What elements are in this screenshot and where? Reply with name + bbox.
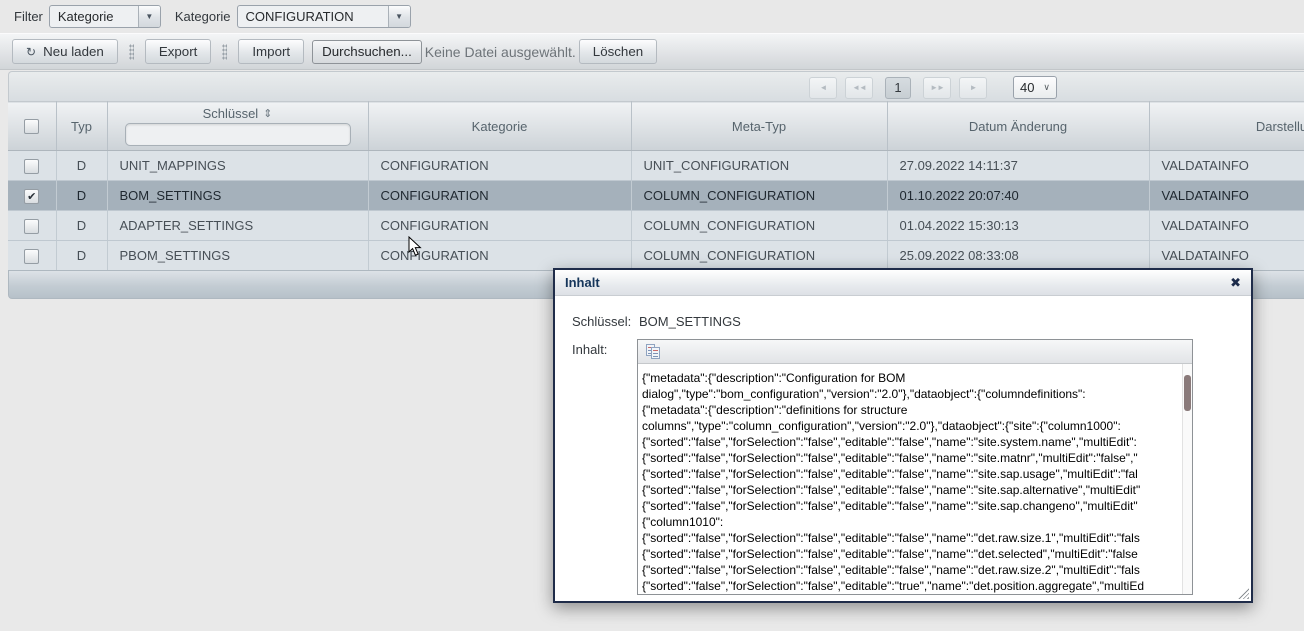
- chevron-down-icon: ∨: [1043, 82, 1050, 93]
- table-header-row: Typ Schlüssel ⇕ Kategorie Meta-Typ Datum…: [8, 102, 1304, 151]
- mouse-cursor-icon: [408, 236, 422, 257]
- toolbar-grip: [129, 44, 134, 60]
- cell-date-changed: 01.04.2022 15:30:13: [887, 211, 1149, 241]
- cell-key: BOM_SETTINGS: [107, 181, 368, 211]
- column-header-typ: Typ: [56, 102, 107, 151]
- column-header-date-changed: Datum Änderung: [887, 102, 1149, 151]
- export-button[interactable]: Export: [145, 39, 212, 64]
- key-sort-header[interactable]: Schlüssel ⇕: [203, 106, 273, 121]
- cell-display: VALDATAINFO: [1149, 151, 1304, 181]
- page-size-value: 40: [1020, 80, 1034, 95]
- column-header-key: Schlüssel ⇕: [107, 102, 368, 151]
- cell-key: PBOM_SETTINGS: [107, 241, 368, 271]
- dialog-key-value: BOM_SETTINGS: [639, 314, 741, 329]
- delete-button[interactable]: Löschen: [579, 39, 657, 64]
- filter-label: Filter: [14, 9, 43, 24]
- cell-category: CONFIGURATION: [368, 151, 631, 181]
- close-icon[interactable]: ✖: [1230, 275, 1241, 291]
- scrollbar-thumb[interactable]: [1184, 375, 1191, 411]
- cell-display: VALDATAINFO: [1149, 241, 1304, 271]
- reload-button[interactable]: ↻ Neu laden: [12, 39, 118, 64]
- row-checkbox[interactable]: [24, 219, 39, 234]
- current-page-button[interactable]: 1: [885, 77, 911, 99]
- cell-typ: D: [56, 211, 107, 241]
- row-checkbox-checked[interactable]: ✔: [24, 189, 39, 204]
- dialog-title: Inhalt: [565, 275, 600, 290]
- first-page-button[interactable]: ◄: [809, 77, 837, 99]
- category-combobox[interactable]: CONFIGURATION ▼: [237, 5, 411, 28]
- cell-date-changed: 27.09.2022 14:11:37: [887, 151, 1149, 181]
- resize-handle-icon[interactable]: [1238, 588, 1249, 599]
- cell-typ: D: [56, 151, 107, 181]
- cell-typ: D: [56, 181, 107, 211]
- editor-toolbar: [638, 340, 1192, 364]
- category-combobox-value[interactable]: CONFIGURATION: [238, 6, 388, 27]
- previous-page-button[interactable]: ◄◄: [845, 77, 873, 99]
- column-header-key-label: Schlüssel: [203, 106, 259, 121]
- chevron-down-icon[interactable]: ▼: [138, 6, 160, 27]
- column-header-display: Darstellung: [1149, 102, 1304, 151]
- last-page-button[interactable]: ►: [959, 77, 987, 99]
- copy-icon[interactable]: [646, 344, 662, 360]
- content-text-area[interactable]: {"metadata":{"description":"Configuratio…: [638, 364, 1182, 594]
- content-editor[interactable]: {"metadata":{"description":"Configuratio…: [637, 339, 1193, 595]
- pagination-strip: ◄ ◄◄ 1 ►► ► 40 ∨: [8, 71, 1304, 101]
- dialog-content-label: Inhalt:: [572, 342, 607, 357]
- filter-combobox-value[interactable]: Kategorie: [50, 6, 138, 27]
- cell-meta-type: COLUMN_CONFIGURATION: [631, 211, 887, 241]
- category-label: Kategorie: [175, 9, 231, 24]
- sort-icon[interactable]: ⇕: [263, 107, 272, 120]
- refresh-icon: ↻: [26, 45, 36, 59]
- content-dialog: Inhalt ✖ Schlüssel: BOM_SETTINGS Inhalt:…: [553, 268, 1253, 603]
- table-row[interactable]: D ADAPTER_SETTINGS CONFIGURATION COLUMN_…: [8, 211, 1304, 241]
- table-row-selected[interactable]: ✔ D BOM_SETTINGS CONFIGURATION COLUMN_CO…: [8, 181, 1304, 211]
- column-header-category: Kategorie: [368, 102, 631, 151]
- row-checkbox[interactable]: [24, 159, 39, 174]
- cell-meta-type: COLUMN_CONFIGURATION: [631, 241, 887, 271]
- next-page-button[interactable]: ►►: [923, 77, 951, 99]
- dialog-title-bar[interactable]: Inhalt ✖: [555, 270, 1251, 296]
- chevron-down-icon[interactable]: ▼: [388, 6, 410, 27]
- data-table: Typ Schlüssel ⇕ Kategorie Meta-Typ Datum…: [8, 101, 1304, 270]
- cell-meta-type: COLUMN_CONFIGURATION: [631, 181, 887, 211]
- reload-button-label: Neu laden: [43, 44, 104, 59]
- check-icon: ✔: [27, 190, 36, 203]
- toolbar-grip: [222, 44, 227, 60]
- table-row[interactable]: D UNIT_MAPPINGS CONFIGURATION UNIT_CONFI…: [8, 151, 1304, 181]
- browse-file-button[interactable]: Durchsuchen...: [312, 40, 422, 64]
- cell-category: CONFIGURATION: [368, 181, 631, 211]
- cell-typ: D: [56, 241, 107, 271]
- cell-display: VALDATAINFO: [1149, 181, 1304, 211]
- cell-display: VALDATAINFO: [1149, 211, 1304, 241]
- toolbar: ↻ Neu laden Export Import Durchsuchen...…: [0, 33, 1304, 70]
- header-checkbox-cell: [8, 102, 56, 151]
- vertical-scrollbar[interactable]: [1182, 364, 1192, 594]
- cell-date-changed: 01.10.2022 20:07:40: [887, 181, 1149, 211]
- select-all-checkbox[interactable]: [24, 119, 39, 134]
- page-size-select[interactable]: 40 ∨: [1013, 76, 1057, 99]
- import-button[interactable]: Import: [238, 39, 304, 64]
- cell-key: ADAPTER_SETTINGS: [107, 211, 368, 241]
- content-json-text: {"metadata":{"description":"Configuratio…: [642, 370, 1180, 594]
- cell-key: UNIT_MAPPINGS: [107, 151, 368, 181]
- dialog-key-label: Schlüssel:: [572, 314, 631, 329]
- table-row[interactable]: D PBOM_SETTINGS CONFIGURATION COLUMN_CON…: [8, 241, 1304, 271]
- cell-date-changed: 25.09.2022 08:33:08: [887, 241, 1149, 271]
- column-header-meta-type: Meta-Typ: [631, 102, 887, 151]
- file-status-text: Keine Datei ausgewählt.: [425, 44, 576, 60]
- key-filter-input[interactable]: [125, 123, 351, 146]
- filter-bar: Filter Kategorie ▼ Kategorie CONFIGURATI…: [0, 0, 1304, 33]
- pager: ◄ ◄◄ 1 ►► ► 40 ∨: [809, 76, 1057, 99]
- row-checkbox[interactable]: [24, 249, 39, 264]
- filter-combobox[interactable]: Kategorie ▼: [49, 5, 161, 28]
- cell-meta-type: UNIT_CONFIGURATION: [631, 151, 887, 181]
